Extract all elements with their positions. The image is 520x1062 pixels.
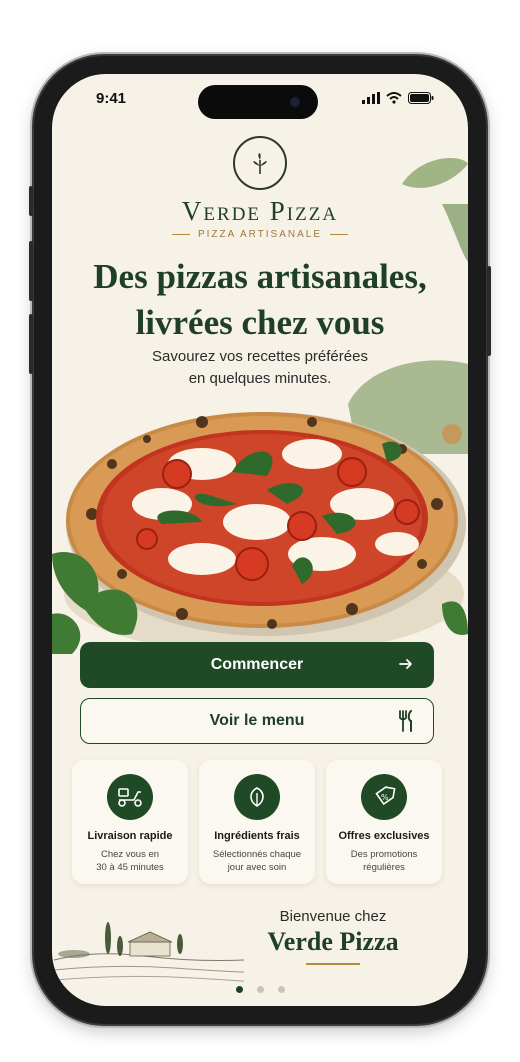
feature-desc-line-1: Chez vous en: [100, 849, 160, 860]
feature-desc-line-2: régulières: [363, 862, 405, 873]
view-menu-button-label: Voir le menu: [209, 712, 305, 729]
feature-desc-line-1: Des promotions: [350, 849, 418, 860]
feature-desc-line-1: Sélectionnés chaque: [212, 849, 302, 860]
phone-frame: 9:41 Verde Pizza PIZZA ARTISANALE Des pi…: [29, 56, 491, 1024]
power-button: [487, 266, 491, 356]
pagination-dot[interactable]: [256, 986, 264, 993]
subtitle-line-1: Savourez vos recettes préférées: [152, 348, 368, 365]
scooter-icon: [107, 774, 153, 820]
feature-description: Des promotions régulières: [326, 848, 442, 874]
start-button[interactable]: Commencer: [80, 642, 434, 688]
brand-tagline: PIZZA ARTISANALE: [197, 229, 323, 240]
status-time: 9:41: [96, 90, 127, 107]
feature-description: Chez vous en 30 à 45 minutes: [72, 848, 188, 874]
volume-up-button: [29, 241, 33, 301]
volume-down-button: [29, 314, 33, 374]
cutlery-icon: [399, 710, 412, 732]
start-button-label: Commencer: [210, 656, 304, 673]
dynamic-island: [198, 85, 318, 119]
basil-logo-icon: [233, 136, 287, 190]
battery-icon: [408, 92, 434, 104]
pagination-dots: [52, 986, 468, 993]
feature-title: Livraison rapide: [87, 830, 173, 842]
tagline-divider-left: [171, 234, 190, 235]
hero-subtitle: Savourez vos recettes préférées en quelq…: [112, 346, 408, 390]
feature-title: Offres exclusives: [338, 830, 430, 842]
app-screen: 9:41 Verde Pizza PIZZA ARTISANALE Des pi…: [52, 74, 468, 1006]
feature-card-delivery: Livraison rapide Chez vous en 30 à 45 mi…: [72, 760, 188, 884]
pagination-dot[interactable]: [277, 986, 285, 993]
hero-headline: Des pizzas artisanales, livrées chez vou…: [52, 254, 468, 346]
village-illustration: [54, 922, 244, 982]
mute-switch: [29, 186, 33, 216]
tag-percent-icon: %: [361, 774, 407, 820]
subtitle-line-2: en quelques minutes.: [188, 370, 332, 387]
wifi-icon: [386, 92, 402, 104]
feature-desc-line-2: 30 à 45 minutes: [96, 862, 164, 873]
tagline-row: PIZZA ARTISANALE: [52, 229, 468, 240]
tagline-divider-right: [330, 234, 349, 235]
feature-card-ingredients: Ingrédients frais Sélectionnés chaque jo…: [199, 760, 315, 884]
leaf-icon: [234, 774, 280, 820]
svg-text:%: %: [381, 793, 389, 802]
status-icons: [362, 92, 434, 104]
welcome-brand: Verde Pizza: [267, 927, 399, 956]
pagination-dot[interactable]: [235, 986, 243, 993]
pizza-hero-image: [52, 412, 468, 654]
brand-logo: Verde Pizza PIZZA ARTISANALE: [52, 136, 468, 240]
welcome-line-1: Bienvenue chez: [279, 908, 387, 925]
signal-icon: [362, 92, 380, 104]
view-menu-button[interactable]: Voir le menu: [80, 698, 434, 744]
brand-name: Verde Pizza: [181, 196, 339, 226]
headline-line-1: Des pizzas artisanales,: [93, 257, 427, 296]
headline-line-2: livrées chez vous: [135, 303, 385, 342]
arrow-right-icon: [399, 659, 412, 669]
welcome-underline: [306, 963, 360, 965]
feature-desc-line-2: jour avec soin: [227, 862, 287, 873]
feature-card-offers: % Offres exclusives Des promotions régul…: [326, 760, 442, 884]
welcome-block: Bienvenue chez Verde Pizza: [248, 908, 418, 965]
feature-description: Sélectionnés chaque jour avec soin: [199, 848, 315, 874]
feature-title: Ingrédients frais: [214, 830, 300, 842]
